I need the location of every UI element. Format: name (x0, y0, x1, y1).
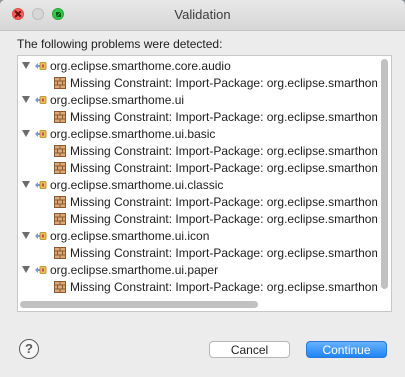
problems-message: The following problems were detected: (17, 37, 223, 51)
expanded-triangle-icon[interactable] (22, 181, 30, 189)
problem-label: Missing Constraint: Import-Package: org.… (70, 280, 377, 294)
tree-item-problem[interactable]: Missing Constraint: Import-Package: org.… (18, 245, 377, 262)
tree-item-problem[interactable]: Missing Constraint: Import-Package: org.… (18, 109, 377, 126)
continue-button[interactable]: Continue (306, 341, 387, 358)
problem-label: Missing Constraint: Import-Package: org.… (70, 195, 377, 209)
plugin-error-icon (34, 264, 48, 276)
tree-rows: org.eclipse.smarthome.core.audio Missing … (18, 58, 377, 296)
problem-label: Missing Constraint: Import-Package: org.… (70, 144, 377, 158)
tree-item-problem[interactable]: Missing Constraint: Import-Package: org.… (18, 75, 377, 92)
tree-item-label: org.eclipse.smarthome.ui.paper (50, 263, 219, 277)
constraint-icon (54, 280, 66, 293)
constraint-icon (54, 76, 66, 89)
plugin-error-icon (34, 179, 48, 191)
problem-label: Missing Constraint: Import-Package: org.… (70, 161, 377, 175)
validation-dialog: Validation The following problems were d… (0, 0, 405, 377)
tree-item-problem[interactable]: Missing Constraint: Import-Package: org.… (18, 143, 377, 160)
expanded-triangle-icon[interactable] (22, 266, 30, 274)
help-button[interactable]: ? (19, 339, 39, 359)
plugin-error-icon (34, 128, 48, 140)
plugin-error-icon (34, 60, 48, 72)
tree-item-problem[interactable]: Missing Constraint: Import-Package: org.… (18, 279, 377, 296)
cancel-button[interactable]: Cancel (209, 341, 290, 358)
horizontal-scroll-thumb[interactable] (20, 301, 258, 308)
problem-label: Missing Constraint: Import-Package: org.… (70, 212, 377, 226)
tree-item-problem[interactable]: Missing Constraint: Import-Package: org.… (18, 211, 377, 228)
tree-item-label: org.eclipse.smarthome.core.audio (50, 59, 231, 73)
problem-label: Missing Constraint: Import-Package: org.… (70, 76, 377, 90)
expanded-triangle-icon[interactable] (22, 232, 30, 240)
expanded-triangle-icon[interactable] (22, 96, 30, 104)
constraint-icon (54, 110, 66, 123)
tree-item-problem[interactable]: Missing Constraint: Import-Package: org.… (18, 194, 377, 211)
tree-item-label: org.eclipse.smarthome.ui.classic (50, 178, 224, 192)
tree-item-label: org.eclipse.smarthome.ui.basic (50, 127, 216, 141)
constraint-icon (54, 161, 66, 174)
problem-label: Missing Constraint: Import-Package: org.… (70, 110, 377, 124)
tree-item-bundle[interactable]: org.eclipse.smarthome.core.audio (18, 58, 377, 75)
constraint-icon (54, 212, 66, 225)
dialog-title: Validation (174, 7, 231, 22)
horizontal-scrollbar[interactable] (20, 301, 378, 309)
problems-tree[interactable]: org.eclipse.smarthome.core.audio Missing … (17, 55, 392, 312)
expanded-triangle-icon[interactable] (22, 62, 30, 70)
constraint-icon (54, 144, 66, 157)
plugin-error-icon (34, 94, 48, 106)
tree-item-bundle[interactable]: org.eclipse.smarthome.ui.basic (18, 126, 377, 143)
expanded-triangle-icon[interactable] (22, 130, 30, 138)
title-bar: Validation (0, 0, 405, 31)
tree-item-bundle[interactable]: org.eclipse.smarthome.ui.icon (18, 228, 377, 245)
tree-item-bundle[interactable]: org.eclipse.smarthome.ui.classic (18, 177, 377, 194)
constraint-icon (54, 195, 66, 208)
tree-item-bundle[interactable]: org.eclipse.smarthome.ui (18, 92, 377, 109)
constraint-icon (54, 246, 66, 259)
problem-label: Missing Constraint: Import-Package: org.… (70, 246, 377, 260)
vertical-scroll-thumb[interactable] (381, 59, 388, 289)
tree-item-bundle[interactable]: org.eclipse.smarthome.ui.paper (18, 262, 377, 279)
vertical-scrollbar[interactable] (381, 59, 389, 297)
tree-item-label: org.eclipse.smarthome.ui.icon (50, 229, 210, 243)
tree-item-label: org.eclipse.smarthome.ui (50, 93, 185, 107)
tree-item-problem[interactable]: Missing Constraint: Import-Package: org.… (18, 160, 377, 177)
plugin-error-icon (34, 230, 48, 242)
